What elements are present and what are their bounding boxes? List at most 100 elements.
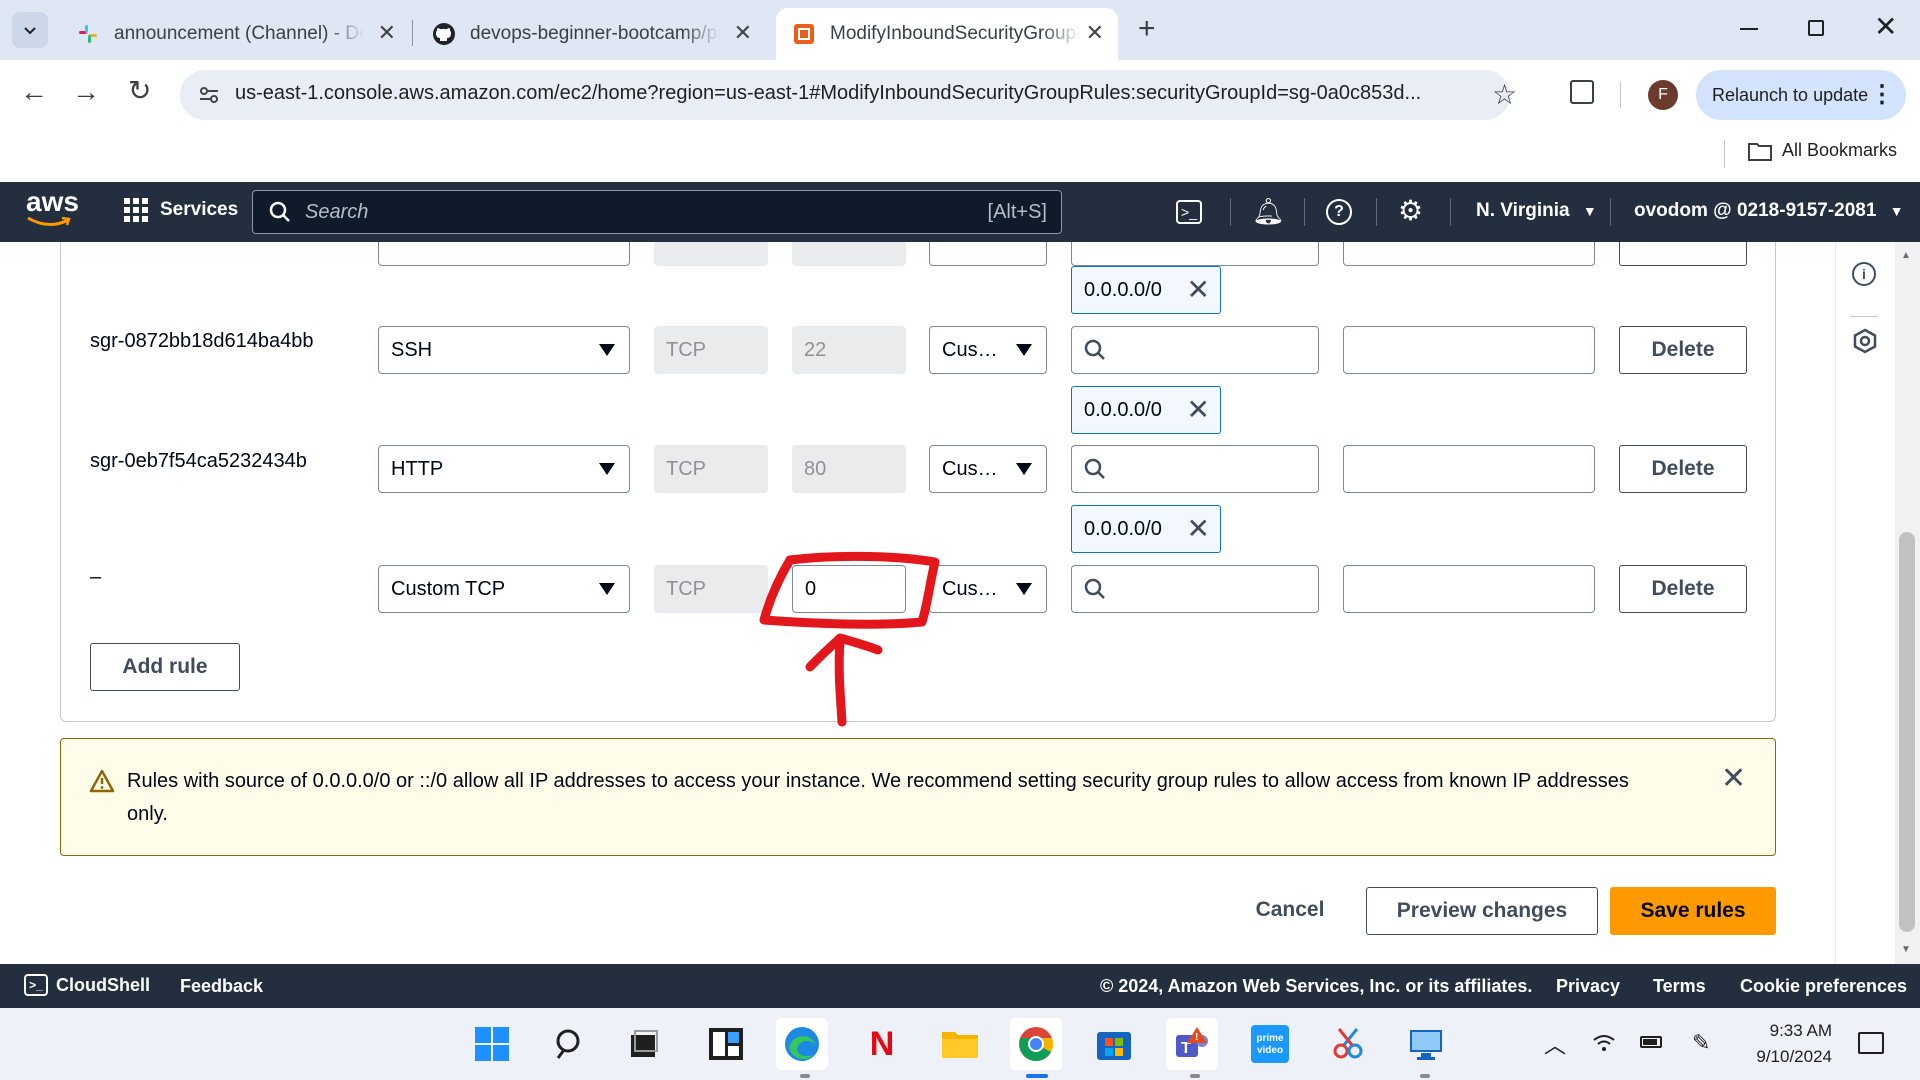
remove-icon[interactable]: ✕ xyxy=(1187,275,1210,305)
netflix-icon[interactable]: N xyxy=(856,1018,908,1070)
source-search-input[interactable] xyxy=(1071,445,1319,493)
wifi-icon[interactable] xyxy=(1592,1032,1616,1059)
tab-slack[interactable]: announcement (Channel) - Dev ✕ xyxy=(60,8,410,60)
info-icon[interactable]: i xyxy=(1852,262,1876,286)
close-icon[interactable]: ✕ xyxy=(1086,20,1104,46)
chrome-icon[interactable] xyxy=(1010,1018,1062,1070)
caret-down-icon: ▼ xyxy=(1582,203,1597,219)
type-select[interactable]: HTTP xyxy=(378,445,630,493)
bell-icon[interactable]: 🔔︎ xyxy=(1252,196,1285,227)
prime-video-icon[interactable]: prime video xyxy=(1244,1018,1296,1070)
prev-row-source-type[interactable] xyxy=(929,242,1047,266)
source-type-value: Cus… xyxy=(942,338,998,361)
services-menu[interactable]: Services xyxy=(124,198,238,222)
all-bookmarks[interactable]: All Bookmarks xyxy=(1748,140,1897,161)
source-type-select[interactable]: Cus… xyxy=(929,445,1047,493)
gear-icon[interactable]: ⚙ xyxy=(1398,194,1423,227)
notifications-icon[interactable] xyxy=(1858,1032,1884,1054)
extensions-icon[interactable] xyxy=(1570,80,1594,104)
microsoft-store-icon[interactable] xyxy=(1088,1018,1140,1070)
forward-icon[interactable]: → xyxy=(72,76,100,108)
cidr-token-label: 0.0.0.0/0 xyxy=(1084,517,1162,540)
source-type-select[interactable]: Cus… xyxy=(929,326,1047,374)
delete-button[interactable]: Delete xyxy=(1619,565,1747,613)
widgets-icon[interactable] xyxy=(700,1018,752,1070)
caret-down-icon xyxy=(599,344,615,356)
site-settings-icon[interactable] xyxy=(198,84,220,111)
close-icon[interactable]: ✕ xyxy=(378,20,396,46)
avatar[interactable]: F xyxy=(1648,80,1678,110)
cancel-button[interactable]: Cancel xyxy=(1240,887,1340,933)
battery-icon[interactable] xyxy=(1640,1036,1662,1048)
chevron-up-icon[interactable]: ︿ xyxy=(1544,1028,1566,1060)
source-search-input[interactable] xyxy=(1071,565,1319,613)
address-bar[interactable]: us-east-1.console.aws.amazon.com/ec2/hom… xyxy=(180,70,1517,120)
close-window-icon[interactable]: ✕ xyxy=(1874,10,1897,43)
cloudshell-icon[interactable]: >_ xyxy=(1176,200,1202,224)
cookie-preferences-link[interactable]: Cookie preferences xyxy=(1740,976,1907,997)
type-select[interactable]: Custom TCP xyxy=(378,565,630,613)
protocol-value: TCP xyxy=(666,577,706,600)
remove-icon[interactable]: ✕ xyxy=(1187,395,1210,425)
hexagon-icon[interactable] xyxy=(1852,328,1878,354)
search-icon xyxy=(1084,458,1105,479)
aws-logo[interactable]: aws xyxy=(26,188,79,226)
new-tab-button[interactable]: + xyxy=(1138,12,1156,46)
scrollbar-thumb[interactable] xyxy=(1899,532,1915,932)
task-view-icon[interactable] xyxy=(618,1018,670,1070)
prev-row-source[interactable] xyxy=(1071,242,1319,266)
dismiss-icon[interactable]: ✕ xyxy=(1721,761,1746,796)
reload-icon[interactable]: ↻ xyxy=(128,74,151,107)
tab-divider xyxy=(412,20,413,46)
restore-icon[interactable] xyxy=(1808,20,1824,36)
prev-row-description[interactable] xyxy=(1343,242,1595,266)
search-input[interactable]: Search [Alt+S] xyxy=(252,190,1062,234)
scrollbar[interactable]: ▲ ▼ xyxy=(1895,242,1920,964)
prev-row-delete[interactable] xyxy=(1619,242,1747,266)
description-input[interactable] xyxy=(1343,445,1595,493)
file-explorer-icon[interactable] xyxy=(934,1018,986,1070)
search-icon[interactable] xyxy=(544,1018,596,1070)
description-input[interactable] xyxy=(1343,565,1595,613)
tab-aws-active[interactable]: ModifyInboundSecurityGroupR ✕ xyxy=(776,8,1118,60)
tab-github[interactable]: devops-beginner-bootcamp/pr ✕ xyxy=(416,8,766,60)
cloudshell-link[interactable]: >_ CloudShell xyxy=(24,974,150,996)
tab-search-button[interactable] xyxy=(12,12,48,48)
help-icon[interactable]: ? xyxy=(1326,199,1352,225)
save-rules-button[interactable]: Save rules xyxy=(1610,887,1776,935)
browser-toolbar: ← → ↻ us-east-1.console.aws.amazon.com/e… xyxy=(0,60,1920,130)
region-selector[interactable]: N. Virginia ▼ xyxy=(1476,200,1597,222)
rule-id: sgr-0872bb18d614ba4bb xyxy=(90,330,314,352)
edge-icon[interactable] xyxy=(776,1018,828,1070)
delete-button[interactable]: Delete xyxy=(1619,326,1747,374)
privacy-link[interactable]: Privacy xyxy=(1556,976,1620,997)
type-select[interactable]: SSH xyxy=(378,326,630,374)
remove-icon[interactable]: ✕ xyxy=(1187,514,1210,544)
prev-row-type-select[interactable] xyxy=(378,242,630,266)
remote-desktop-icon[interactable] xyxy=(1400,1018,1452,1070)
snipping-tool-icon[interactable] xyxy=(1322,1018,1374,1070)
terms-link[interactable]: Terms xyxy=(1653,976,1706,997)
star-icon[interactable]: ☆ xyxy=(1492,78,1517,111)
teams-icon[interactable]: T! xyxy=(1166,1018,1218,1070)
scroll-up-icon[interactable]: ▲ xyxy=(1901,250,1911,261)
clock[interactable]: 9:33 AM 9/10/2024 xyxy=(1752,1018,1832,1070)
add-rule-button[interactable]: Add rule xyxy=(90,643,240,691)
description-input[interactable] xyxy=(1343,326,1595,374)
scroll-down-icon[interactable]: ▼ xyxy=(1901,944,1911,955)
region-label: N. Virginia xyxy=(1476,200,1570,221)
feedback-link[interactable]: Feedback xyxy=(180,976,263,997)
search-icon xyxy=(1084,578,1105,599)
delete-label: Delete xyxy=(1651,577,1715,600)
windows-start-icon[interactable] xyxy=(466,1018,518,1070)
close-icon[interactable]: ✕ xyxy=(734,20,752,46)
back-icon[interactable]: ← xyxy=(20,76,48,108)
source-search-input[interactable] xyxy=(1071,326,1319,374)
relaunch-button[interactable]: Relaunch to update ⋮ xyxy=(1696,70,1906,120)
account-menu[interactable]: ovodom @ 0218-9157-2081 ▼ xyxy=(1634,200,1904,222)
pen-icon[interactable]: ✎ xyxy=(1692,1030,1710,1056)
delete-button[interactable]: Delete xyxy=(1619,445,1747,493)
preview-changes-button[interactable]: Preview changes xyxy=(1366,887,1598,935)
rule-id: – xyxy=(90,566,102,588)
minimize-icon[interactable] xyxy=(1740,28,1758,30)
